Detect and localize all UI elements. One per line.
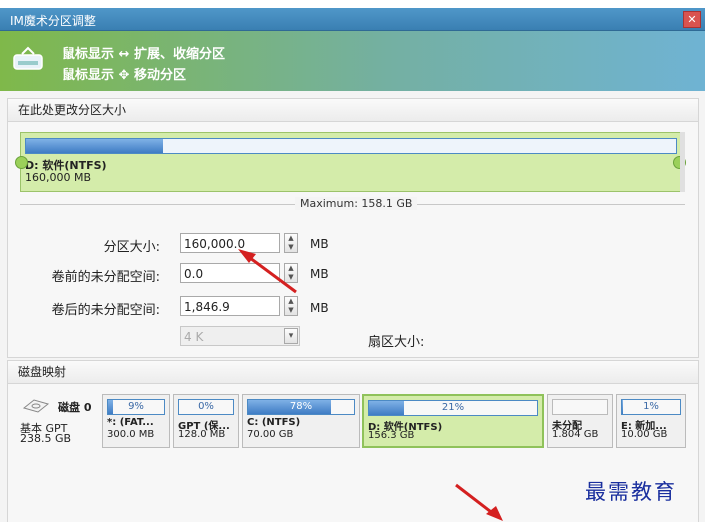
- annotation-layer: [238, 249, 503, 521]
- watermark: 最需教育: [585, 480, 677, 504]
- annotation-arrow-ok: [455, 483, 496, 517]
- annotation-arrow-size: [245, 253, 297, 294]
